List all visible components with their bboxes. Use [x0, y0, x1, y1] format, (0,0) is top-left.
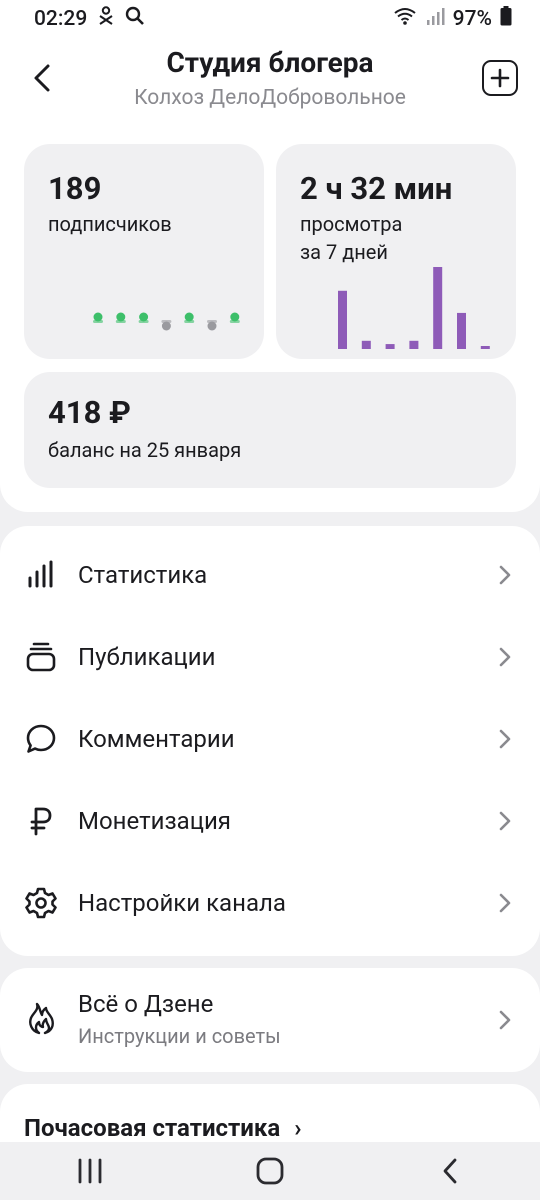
- menu-item-label: Статистика: [78, 561, 208, 589]
- chevron-right-icon: [499, 893, 511, 913]
- home-button[interactable]: [230, 1149, 310, 1193]
- trend-dot: [207, 321, 217, 331]
- balance-card[interactable]: 418 ₽ баланс на 25 января: [24, 372, 516, 488]
- chevron-right-icon: [499, 565, 511, 585]
- back-icon: [443, 1158, 457, 1184]
- about-dzen-subtitle: Инструкции и советы: [78, 1024, 281, 1048]
- trend-dot: [93, 312, 103, 322]
- menu-item-label: Публикации: [78, 643, 216, 671]
- menu-item-label: Настройки канала: [78, 889, 286, 917]
- page-title: Студия блогера: [166, 46, 374, 79]
- menu-item-label: Комментарии: [78, 725, 235, 753]
- add-publication-button[interactable]: [482, 60, 518, 96]
- studio-overview-card: Студия блогера Колхоз ДелоДобровольное 1…: [0, 38, 540, 512]
- recent-apps-icon: [78, 1158, 102, 1184]
- hourly-stats-card[interactable]: Почасовая статистика ›: [0, 1084, 540, 1144]
- views-bar: [361, 340, 371, 349]
- menu-item-comments[interactable]: Комментарии: [0, 698, 540, 780]
- balance-label: баланс на 25 января: [48, 438, 242, 462]
- battery-percent: 97%: [452, 7, 492, 31]
- person-icon: [97, 6, 115, 32]
- views-bar: [385, 344, 395, 349]
- search-icon: [125, 6, 145, 32]
- menu-item-label: Монетизация: [78, 807, 231, 835]
- balance-value: 418 ₽: [48, 394, 131, 431]
- hourly-stats-label: Почасовая статистика: [24, 1114, 281, 1142]
- stack-icon: [24, 640, 58, 674]
- views-bar: [433, 267, 443, 349]
- trend-dot: [161, 321, 171, 331]
- trend-dot: [230, 312, 240, 322]
- about-dzen-item[interactable]: Всё о Дзене Инструкции и советы: [0, 968, 540, 1072]
- views-card[interactable]: 2 ч 32 мин просмотра за 7 дней: [276, 144, 516, 359]
- wifi-icon: [393, 6, 417, 32]
- trend-dot: [184, 312, 194, 322]
- system-back-button[interactable]: [410, 1149, 490, 1193]
- hourly-stats-link[interactable]: Почасовая статистика ›: [24, 1114, 301, 1142]
- plus-icon: [490, 68, 510, 88]
- ruble-icon: [24, 804, 58, 838]
- flame-icon: [24, 1002, 58, 1036]
- menu-item-statistics[interactable]: Статистика: [0, 534, 540, 616]
- subscribers-card[interactable]: 189 подписчиков: [24, 144, 264, 359]
- chevron-right-icon: [499, 647, 511, 667]
- comment-icon: [24, 722, 58, 756]
- status-bar: 02:29 97%: [0, 0, 540, 38]
- arrow-right-icon: ›: [294, 1114, 302, 1142]
- battery-icon: [500, 6, 512, 32]
- chevron-right-icon: [499, 1010, 511, 1030]
- page-header: Студия блогера Колхоз ДелоДобровольное: [0, 38, 540, 138]
- chevron-right-icon: [499, 811, 511, 831]
- recent-apps-button[interactable]: [50, 1149, 130, 1193]
- trend-dot: [139, 312, 149, 322]
- trend-dot: [116, 312, 126, 322]
- gear-icon: [24, 886, 58, 920]
- signal-icon: [425, 6, 445, 32]
- channel-name: Колхоз ДелоДобровольное: [134, 86, 406, 110]
- menu-card: Статистика Публикации Комментарии Монети…: [0, 526, 540, 956]
- about-dzen-title: Всё о Дзене: [78, 990, 214, 1018]
- views-bar: [338, 290, 347, 349]
- bar-chart-icon: [24, 558, 58, 592]
- views-bar-chart: [338, 267, 490, 349]
- status-time: 02:29: [34, 7, 88, 31]
- home-icon: [256, 1157, 284, 1185]
- system-nav-bar: [0, 1142, 540, 1200]
- views-bar: [457, 312, 466, 349]
- chevron-right-icon: [499, 729, 511, 749]
- menu-item-channel-settings[interactable]: Настройки канала: [0, 862, 540, 944]
- menu-item-publications[interactable]: Публикации: [0, 616, 540, 698]
- subscribers-trend-chart: [93, 312, 240, 331]
- menu-item-monetization[interactable]: Монетизация: [0, 780, 540, 862]
- views-bar: [480, 346, 490, 349]
- views-bar: [409, 340, 419, 349]
